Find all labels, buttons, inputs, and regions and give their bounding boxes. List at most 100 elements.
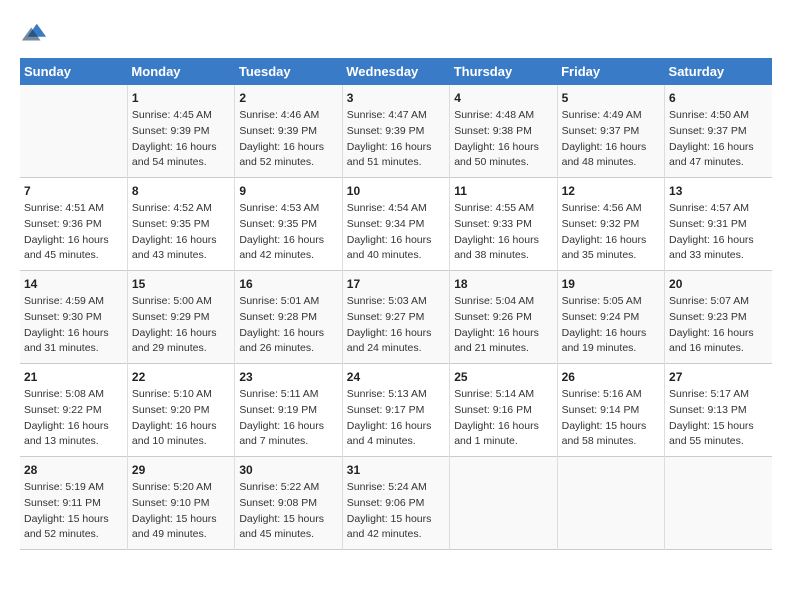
day-number: 9	[239, 184, 337, 198]
day-number: 2	[239, 91, 337, 105]
calendar-cell: 31Sunrise: 5:24 AMSunset: 9:06 PMDayligh…	[342, 457, 449, 550]
day-info: Sunrise: 5:16 AMSunset: 9:14 PMDaylight:…	[562, 387, 660, 450]
day-info: Sunrise: 4:47 AMSunset: 9:39 PMDaylight:…	[347, 108, 445, 171]
day-info: Sunrise: 5:07 AMSunset: 9:23 PMDaylight:…	[669, 294, 768, 357]
day-info: Sunrise: 5:10 AMSunset: 9:20 PMDaylight:…	[132, 387, 230, 450]
calendar-cell	[665, 457, 772, 550]
week-row-5: 28Sunrise: 5:19 AMSunset: 9:11 PMDayligh…	[20, 457, 772, 550]
calendar-cell: 23Sunrise: 5:11 AMSunset: 9:19 PMDayligh…	[235, 364, 342, 457]
calendar-cell: 16 Sunrise: 5:01 AMSunset: 9:28 PMDayligh…	[235, 271, 342, 364]
day-number: 18	[454, 277, 552, 291]
calendar-cell: 24 Sunrise: 5:13 AMSunset: 9:17 PMDayligh…	[342, 364, 449, 457]
day-info: Sunrise: 5:03 AMSunset: 9:27 PMDaylight:…	[347, 294, 445, 357]
day-number: 4	[454, 91, 552, 105]
day-info: Sunrise: 4:51 AMSunset: 9:36 PMDaylight:…	[24, 201, 123, 264]
calendar-cell	[450, 457, 557, 550]
day-number: 17	[347, 277, 445, 291]
day-number: 31	[347, 463, 445, 477]
calendar-table: SundayMondayTuesdayWednesdayThursdayFrid…	[20, 58, 772, 550]
day-info: Sunrise: 5:05 AMSunset: 9:24 PMDaylight:…	[562, 294, 660, 357]
calendar-cell: 17 Sunrise: 5:03 AMSunset: 9:27 PMDayligh…	[342, 271, 449, 364]
day-info: Sunrise: 4:50 AMSunset: 9:37 PMDaylight:…	[669, 108, 768, 171]
day-info: Sunrise: 5:17 AMSunset: 9:13 PMDaylight:…	[669, 387, 768, 450]
week-row-1: 1 Sunrise: 4:45 AMSunset: 9:39 PMDaylight…	[20, 85, 772, 178]
day-number: 25	[454, 370, 552, 384]
day-info: Sunrise: 5:22 AMSunset: 9:08 PMDaylight:…	[239, 480, 337, 543]
day-number: 29	[132, 463, 230, 477]
calendar-cell: 4 Sunrise: 4:48 AMSunset: 9:38 PMDaylight…	[450, 85, 557, 178]
day-info: Sunrise: 4:46 AMSunset: 9:39 PMDaylight:…	[239, 108, 337, 171]
day-number: 28	[24, 463, 123, 477]
calendar-cell: 6 Sunrise: 4:50 AMSunset: 9:37 PMDaylight…	[665, 85, 772, 178]
week-row-2: 7 Sunrise: 4:51 AMSunset: 9:36 PMDaylight…	[20, 178, 772, 271]
day-info: Sunrise: 5:04 AMSunset: 9:26 PMDaylight:…	[454, 294, 552, 357]
day-info: Sunrise: 4:59 AMSunset: 9:30 PMDaylight:…	[24, 294, 123, 357]
day-info: Sunrise: 4:48 AMSunset: 9:38 PMDaylight:…	[454, 108, 552, 171]
day-number: 26	[562, 370, 660, 384]
day-number: 10	[347, 184, 445, 198]
logo-icon	[20, 20, 48, 48]
calendar-cell: 18 Sunrise: 5:04 AMSunset: 9:26 PMDayligh…	[450, 271, 557, 364]
day-number: 3	[347, 91, 445, 105]
column-header-tuesday: Tuesday	[235, 58, 342, 85]
calendar-cell: 9 Sunrise: 4:53 AMSunset: 9:35 PMDaylight…	[235, 178, 342, 271]
day-number: 7	[24, 184, 123, 198]
day-number: 6	[669, 91, 768, 105]
day-number: 15	[132, 277, 230, 291]
day-number: 1	[132, 91, 230, 105]
day-info: Sunrise: 4:54 AMSunset: 9:34 PMDaylight:…	[347, 201, 445, 264]
day-number: 24	[347, 370, 445, 384]
day-info: Sunrise: 5:11 AMSunset: 9:19 PMDaylight:…	[239, 387, 337, 450]
column-header-monday: Monday	[127, 58, 234, 85]
logo	[20, 20, 52, 48]
day-info: Sunrise: 4:53 AMSunset: 9:35 PMDaylight:…	[239, 201, 337, 264]
day-number: 30	[239, 463, 337, 477]
day-number: 13	[669, 184, 768, 198]
day-info: Sunrise: 5:00 AMSunset: 9:29 PMDaylight:…	[132, 294, 230, 357]
day-info: Sunrise: 4:52 AMSunset: 9:35 PMDaylight:…	[132, 201, 230, 264]
calendar-cell	[557, 457, 664, 550]
day-info: Sunrise: 5:01 AMSunset: 9:28 PMDaylight:…	[239, 294, 337, 357]
day-number: 12	[562, 184, 660, 198]
day-number: 27	[669, 370, 768, 384]
day-info: Sunrise: 5:14 AMSunset: 9:16 PMDaylight:…	[454, 387, 552, 450]
column-header-thursday: Thursday	[450, 58, 557, 85]
column-header-friday: Friday	[557, 58, 664, 85]
calendar-cell: 28Sunrise: 5:19 AMSunset: 9:11 PMDayligh…	[20, 457, 127, 550]
calendar-cell: 26 Sunrise: 5:16 AMSunset: 9:14 PMDayligh…	[557, 364, 664, 457]
day-number: 19	[562, 277, 660, 291]
day-info: Sunrise: 4:45 AMSunset: 9:39 PMDaylight:…	[132, 108, 230, 171]
day-number: 16	[239, 277, 337, 291]
calendar-cell: 12 Sunrise: 4:56 AMSunset: 9:32 PMDayligh…	[557, 178, 664, 271]
calendar-cell: 7 Sunrise: 4:51 AMSunset: 9:36 PMDaylight…	[20, 178, 127, 271]
day-info: Sunrise: 4:57 AMSunset: 9:31 PMDaylight:…	[669, 201, 768, 264]
calendar-cell: 29 Sunrise: 5:20 AMSunset: 9:10 PMDayligh…	[127, 457, 234, 550]
day-info: Sunrise: 4:49 AMSunset: 9:37 PMDaylight:…	[562, 108, 660, 171]
calendar-cell: 1 Sunrise: 4:45 AMSunset: 9:39 PMDaylight…	[127, 85, 234, 178]
day-info: Sunrise: 5:13 AMSunset: 9:17 PMDaylight:…	[347, 387, 445, 450]
day-info: Sunrise: 4:56 AMSunset: 9:32 PMDaylight:…	[562, 201, 660, 264]
day-number: 22	[132, 370, 230, 384]
calendar-cell: 14Sunrise: 4:59 AMSunset: 9:30 PMDayligh…	[20, 271, 127, 364]
day-number: 11	[454, 184, 552, 198]
calendar-cell: 21Sunrise: 5:08 AMSunset: 9:22 PMDayligh…	[20, 364, 127, 457]
calendar-cell: 25 Sunrise: 5:14 AMSunset: 9:16 PMDayligh…	[450, 364, 557, 457]
day-info: Sunrise: 5:08 AMSunset: 9:22 PMDaylight:…	[24, 387, 123, 450]
calendar-cell: 11Sunrise: 4:55 AMSunset: 9:33 PMDayligh…	[450, 178, 557, 271]
calendar-cell: 8 Sunrise: 4:52 AMSunset: 9:35 PMDaylight…	[127, 178, 234, 271]
calendar-cell: 30 Sunrise: 5:22 AMSunset: 9:08 PMDayligh…	[235, 457, 342, 550]
column-header-saturday: Saturday	[665, 58, 772, 85]
day-number: 20	[669, 277, 768, 291]
day-number: 5	[562, 91, 660, 105]
calendar-cell: 2 Sunrise: 4:46 AMSunset: 9:39 PMDaylight…	[235, 85, 342, 178]
column-headers: SundayMondayTuesdayWednesdayThursdayFrid…	[20, 58, 772, 85]
calendar-cell: 22 Sunrise: 5:10 AMSunset: 9:20 PMDayligh…	[127, 364, 234, 457]
column-header-wednesday: Wednesday	[342, 58, 449, 85]
day-info: Sunrise: 5:20 AMSunset: 9:10 PMDaylight:…	[132, 480, 230, 543]
calendar-cell	[20, 85, 127, 178]
day-number: 8	[132, 184, 230, 198]
week-row-3: 14Sunrise: 4:59 AMSunset: 9:30 PMDayligh…	[20, 271, 772, 364]
calendar-cell: 13 Sunrise: 4:57 AMSunset: 9:31 PMDayligh…	[665, 178, 772, 271]
calendar-cell: 5 Sunrise: 4:49 AMSunset: 9:37 PMDaylight…	[557, 85, 664, 178]
week-row-4: 21Sunrise: 5:08 AMSunset: 9:22 PMDayligh…	[20, 364, 772, 457]
